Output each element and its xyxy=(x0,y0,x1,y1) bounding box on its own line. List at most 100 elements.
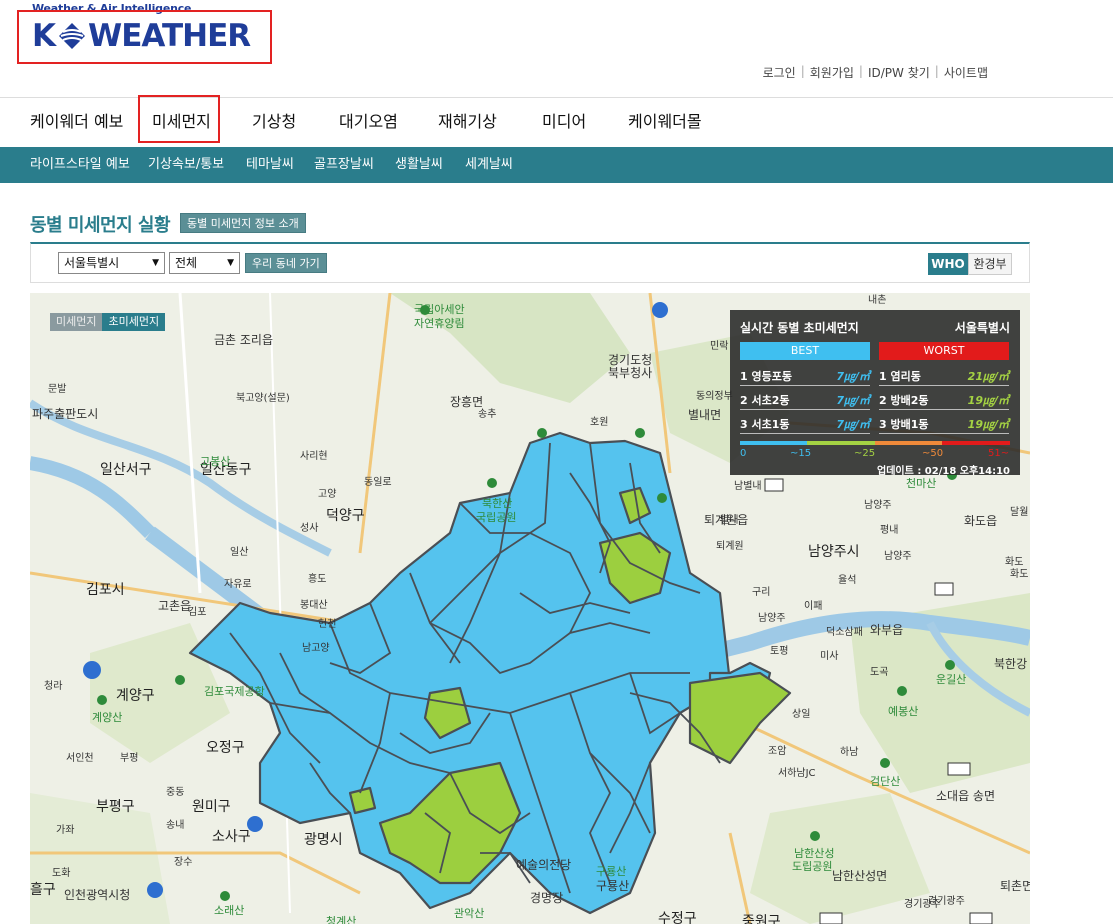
map-label: 송내 xyxy=(166,820,185,831)
toggle-pm10[interactable]: 미세먼지 xyxy=(50,313,103,331)
map-label: 남고양 xyxy=(302,643,330,654)
best-row[interactable]: 3 서초1동 7㎍/㎥ xyxy=(740,412,870,434)
map-label: 구리 xyxy=(752,587,771,598)
pm-scale-bar xyxy=(740,441,1010,445)
region-select-value: 서울특별시 xyxy=(64,256,120,270)
sitemap-link[interactable]: 사이트맵 xyxy=(939,64,993,81)
rank-name: 3 서초1동 xyxy=(740,418,790,431)
page-title: 동별 미세먼지 실황 xyxy=(30,215,171,236)
map-label: 파주출판도시 xyxy=(32,407,99,421)
map-label: 경명장 xyxy=(530,891,564,905)
map-label: 일산서구 xyxy=(100,462,152,478)
nav-kweather-forecast[interactable]: 케이웨더 예보 xyxy=(30,98,123,146)
district-select[interactable]: 전체 ▼ xyxy=(169,252,240,274)
rank-value: 19㎍/㎥ xyxy=(967,394,1009,407)
sub-living-weather[interactable]: 생활날씨 xyxy=(395,147,443,183)
map-label: 남양주 xyxy=(864,500,892,511)
map-label: 도곡 xyxy=(870,667,889,678)
map-label: 인천광역시청 xyxy=(64,888,131,902)
scale-label: ~50 xyxy=(922,448,944,459)
update-time: 업데이트 : 02/18 오후14:10 xyxy=(877,466,1010,477)
worst-header: WORST xyxy=(879,342,1009,360)
best-header: BEST xyxy=(740,342,870,360)
sub-lifestyle-forecast[interactable]: 라이프스타일 예보 xyxy=(30,147,130,183)
sub-golf-weather[interactable]: 골프장날씨 xyxy=(314,147,374,183)
map-label: 사리현 xyxy=(300,451,328,462)
sub-theme-weather[interactable]: 테마날씨 xyxy=(246,147,294,183)
nav-air-pollution[interactable]: 대기오염 xyxy=(339,98,398,146)
dust-type-toggle: 미세먼지 초미세먼지 xyxy=(50,313,166,331)
worst-row[interactable]: 1 염리동 21㎍/㎥ xyxy=(879,364,1009,386)
map-label: 부평 xyxy=(120,753,139,764)
map-label: 동의정부 xyxy=(696,391,733,402)
map-label: 퇴계원 xyxy=(716,541,744,552)
map-label: 율석 xyxy=(838,575,857,586)
map-label: 화도 xyxy=(1010,569,1029,580)
rank-value: 7㎍/㎥ xyxy=(836,370,870,383)
map-label: 고봉산 xyxy=(200,455,231,468)
map-label: 남양주 xyxy=(884,551,912,562)
nav-kweather-mall[interactable]: 케이웨더몰 xyxy=(628,98,702,146)
worst-row[interactable]: 3 방배1동 19㎍/㎥ xyxy=(879,412,1009,434)
map-label: 덕양구 xyxy=(326,508,365,524)
map-label: 문발 xyxy=(48,384,67,395)
nav-kma[interactable]: 기상청 xyxy=(252,98,296,146)
map-label: 오정구 xyxy=(206,740,245,756)
map-label: 남한산성면 xyxy=(832,869,888,883)
page-root: Weather & Air Intelligence K WEATHER 로그인… xyxy=(0,0,1113,924)
scale-label: 0 xyxy=(740,448,747,459)
map-label: 중동 xyxy=(166,787,185,798)
map-label: 청계산 xyxy=(326,915,357,924)
map-label: 화도읍 xyxy=(964,514,998,528)
map-label: 별내면 xyxy=(688,408,722,422)
dust-map[interactable]: 국립아세안 자연휴양림 경기도청 북부청사 금촌 조리읍 문발 북고양(설문) … xyxy=(30,293,1030,924)
map-label: 금촌 조리읍 xyxy=(214,333,274,347)
map-label: 경기광주 xyxy=(904,899,941,910)
sub-world-weather[interactable]: 세계날씨 xyxy=(465,147,513,183)
who-standard-button[interactable]: WHO xyxy=(928,253,968,275)
nav-media[interactable]: 미디어 xyxy=(542,98,586,146)
map-label: 흥도 xyxy=(308,574,327,585)
map-label: 장수 xyxy=(174,857,193,868)
login-link[interactable]: 로그인 xyxy=(758,64,801,81)
map-label: 소대읍 송면 xyxy=(936,789,996,803)
map-label: 소사구 xyxy=(212,829,251,845)
sub-weather-bulletin[interactable]: 기상속보/통보 xyxy=(148,147,224,183)
map-label: 봉대산 xyxy=(300,600,328,611)
find-id-link[interactable]: ID/PW 찾기 xyxy=(863,64,935,81)
scale-label: ~25 xyxy=(854,448,876,459)
map-label: 도립공원 xyxy=(792,860,833,873)
toggle-pm25[interactable]: 초미세먼지 xyxy=(102,313,166,331)
scale-label: 51~ xyxy=(988,448,1010,459)
map-label: 송추 xyxy=(478,409,497,420)
map-label: 고양 xyxy=(318,489,337,500)
map-label: 광명시 xyxy=(304,832,343,848)
map-label: 퇴촌면 xyxy=(1000,879,1030,893)
go-neighborhood-button[interactable]: 우리 동네 가기 xyxy=(245,253,327,273)
map-label: 흘구 xyxy=(30,882,56,898)
best-row[interactable]: 2 서초2동 7㎍/㎥ xyxy=(740,388,870,410)
region-select[interactable]: 서울특별시 ▼ xyxy=(58,252,165,274)
map-label: 자유로 xyxy=(224,579,252,590)
rank-name: 3 방배1동 xyxy=(879,418,929,431)
moe-standard-button[interactable]: 환경부 xyxy=(968,253,1012,275)
signup-link[interactable]: 회원가입 xyxy=(805,64,859,81)
map-label: 동일로 xyxy=(364,477,392,488)
map-label: 서인천 xyxy=(66,753,94,764)
nav-disaster-weather[interactable]: 재해기상 xyxy=(438,98,497,146)
sub-nav: 라이프스타일 예보 기상속보/통보 테마날씨 골프장날씨 생활날씨 세계날씨 xyxy=(0,147,1113,183)
map-label: 원미구 xyxy=(192,799,231,815)
map-label: 계양구 xyxy=(116,688,155,704)
map-label: 북한강 xyxy=(994,657,1028,671)
intro-button[interactable]: 동별 미세먼지 정보 소개 xyxy=(180,213,306,233)
map-label: 국립공원 xyxy=(476,511,517,524)
map-label: 소래산 xyxy=(214,904,245,917)
map-label: 남양주시 xyxy=(808,544,860,560)
worst-row[interactable]: 2 방배2동 19㎍/㎥ xyxy=(879,388,1009,410)
map-label: 이패 xyxy=(804,601,823,612)
map-label: 덕소삼패 xyxy=(826,627,863,638)
map-label: 민락 xyxy=(710,341,729,352)
map-label: 도화 xyxy=(52,868,71,879)
map-label: 평내 xyxy=(880,525,899,536)
best-row[interactable]: 1 영등포동 7㎍/㎥ xyxy=(740,364,870,386)
